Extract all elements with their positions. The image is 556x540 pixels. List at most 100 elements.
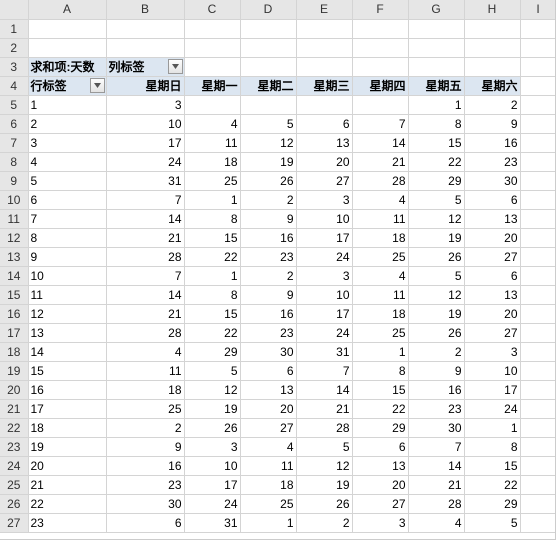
pivot-value-cell[interactable]: 11: [352, 285, 408, 304]
pivot-value-cell[interactable]: 7: [408, 437, 464, 456]
pivot-value-cell[interactable]: 18: [106, 380, 184, 399]
cell[interactable]: [296, 19, 352, 38]
pivot-value-cell[interactable]: 18: [352, 304, 408, 323]
pivot-value-cell[interactable]: 3: [296, 266, 352, 285]
pivot-col-header[interactable]: 星期三: [296, 76, 352, 95]
pivot-value-cell[interactable]: 22: [464, 475, 520, 494]
pivot-value-cell[interactable]: 26: [408, 247, 464, 266]
row-header[interactable]: 22: [0, 418, 28, 437]
pivot-value-cell[interactable]: 20: [464, 228, 520, 247]
pivot-value-cell[interactable]: 24: [464, 399, 520, 418]
pivot-value-cell[interactable]: 5: [408, 190, 464, 209]
pivot-value-cell[interactable]: 30: [240, 342, 296, 361]
grid[interactable]: A B C D E F G H I 123求和项:天数列标签4行标签星期日星期一…: [0, 0, 556, 533]
pivot-value-cell[interactable]: 11: [106, 361, 184, 380]
pivot-col-header[interactable]: 星期五: [408, 76, 464, 95]
pivot-measure-label[interactable]: 求和项:天数: [28, 57, 106, 76]
pivot-value-cell[interactable]: 25: [352, 323, 408, 342]
pivot-value-cell[interactable]: 25: [106, 399, 184, 418]
pivot-value-cell[interactable]: 21: [408, 475, 464, 494]
pivot-value-cell[interactable]: 25: [352, 247, 408, 266]
pivot-row-label[interactable]: 7: [28, 209, 106, 228]
pivot-value-cell[interactable]: 30: [106, 494, 184, 513]
pivot-value-cell[interactable]: 28: [352, 171, 408, 190]
pivot-row-label[interactable]: 3: [28, 133, 106, 152]
pivot-value-cell[interactable]: 20: [352, 475, 408, 494]
pivot-value-cell[interactable]: 28: [296, 418, 352, 437]
pivot-value-cell[interactable]: 8: [408, 114, 464, 133]
row-header[interactable]: 10: [0, 190, 28, 209]
pivot-value-cell[interactable]: 23: [240, 323, 296, 342]
pivot-value-cell[interactable]: 14: [106, 285, 184, 304]
pivot-value-cell[interactable]: 22: [184, 247, 240, 266]
cell[interactable]: [520, 38, 556, 57]
pivot-value-cell[interactable]: 2: [240, 266, 296, 285]
pivot-value-cell[interactable]: 6: [106, 513, 184, 532]
pivot-value-cell[interactable]: 3: [296, 190, 352, 209]
row-header[interactable]: 14: [0, 266, 28, 285]
pivot-value-cell[interactable]: 2: [296, 513, 352, 532]
pivot-value-cell[interactable]: 5: [240, 114, 296, 133]
pivot-value-cell[interactable]: 15: [464, 456, 520, 475]
cell[interactable]: [520, 475, 556, 494]
row-header[interactable]: 3: [0, 57, 28, 76]
pivot-value-cell[interactable]: 18: [240, 475, 296, 494]
cell[interactable]: [520, 114, 556, 133]
pivot-value-cell[interactable]: 24: [184, 494, 240, 513]
pivot-value-cell[interactable]: 22: [408, 152, 464, 171]
pivot-value-cell[interactable]: 11: [184, 133, 240, 152]
pivot-value-cell[interactable]: 22: [184, 323, 240, 342]
pivot-value-cell[interactable]: 6: [352, 437, 408, 456]
pivot-row-label[interactable]: 18: [28, 418, 106, 437]
pivot-value-cell[interactable]: 24: [296, 323, 352, 342]
pivot-value-cell[interactable]: 13: [464, 209, 520, 228]
cell[interactable]: [464, 57, 520, 76]
col-header[interactable]: C: [184, 0, 240, 19]
pivot-value-cell[interactable]: 17: [464, 380, 520, 399]
pivot-value-cell[interactable]: 23: [408, 399, 464, 418]
pivot-value-cell[interactable]: 16: [240, 228, 296, 247]
pivot-value-cell[interactable]: 1: [408, 95, 464, 114]
row-header[interactable]: 8: [0, 152, 28, 171]
pivot-value-cell[interactable]: 13: [240, 380, 296, 399]
pivot-value-cell[interactable]: 31: [296, 342, 352, 361]
pivot-row-field[interactable]: 行标签: [28, 76, 106, 95]
pivot-value-cell[interactable]: 14: [296, 380, 352, 399]
pivot-value-cell[interactable]: 6: [296, 114, 352, 133]
pivot-value-cell[interactable]: 5: [408, 266, 464, 285]
pivot-value-cell[interactable]: 4: [240, 437, 296, 456]
pivot-value-cell[interactable]: 12: [240, 133, 296, 152]
cell[interactable]: [296, 38, 352, 57]
pivot-value-cell[interactable]: 29: [184, 342, 240, 361]
pivot-value-cell[interactable]: 19: [184, 399, 240, 418]
pivot-value-cell[interactable]: 1: [464, 418, 520, 437]
pivot-value-cell[interactable]: 12: [296, 456, 352, 475]
pivot-value-cell[interactable]: 20: [464, 304, 520, 323]
pivot-value-cell[interactable]: 4: [352, 266, 408, 285]
cell[interactable]: [520, 361, 556, 380]
pivot-value-cell[interactable]: 3: [106, 95, 184, 114]
cell[interactable]: [184, 38, 240, 57]
pivot-value-cell[interactable]: 5: [296, 437, 352, 456]
pivot-col-header[interactable]: 星期一: [184, 76, 240, 95]
cell[interactable]: [352, 19, 408, 38]
cell[interactable]: [520, 342, 556, 361]
pivot-row-label[interactable]: 19: [28, 437, 106, 456]
row-header[interactable]: 25: [0, 475, 28, 494]
cell[interactable]: [520, 513, 556, 532]
cell[interactable]: [520, 95, 556, 114]
pivot-value-cell[interactable]: 18: [352, 228, 408, 247]
row-header[interactable]: 6: [0, 114, 28, 133]
pivot-col-header[interactable]: 星期二: [240, 76, 296, 95]
pivot-row-label[interactable]: 16: [28, 380, 106, 399]
pivot-row-label[interactable]: 11: [28, 285, 106, 304]
pivot-value-cell[interactable]: 9: [464, 114, 520, 133]
cell[interactable]: [464, 38, 520, 57]
pivot-value-cell[interactable]: 9: [106, 437, 184, 456]
pivot-value-cell[interactable]: 15: [184, 228, 240, 247]
pivot-value-cell[interactable]: 20: [240, 399, 296, 418]
row-header[interactable]: 7: [0, 133, 28, 152]
pivot-value-cell[interactable]: 24: [106, 152, 184, 171]
row-header[interactable]: 17: [0, 323, 28, 342]
pivot-value-cell[interactable]: 7: [106, 266, 184, 285]
